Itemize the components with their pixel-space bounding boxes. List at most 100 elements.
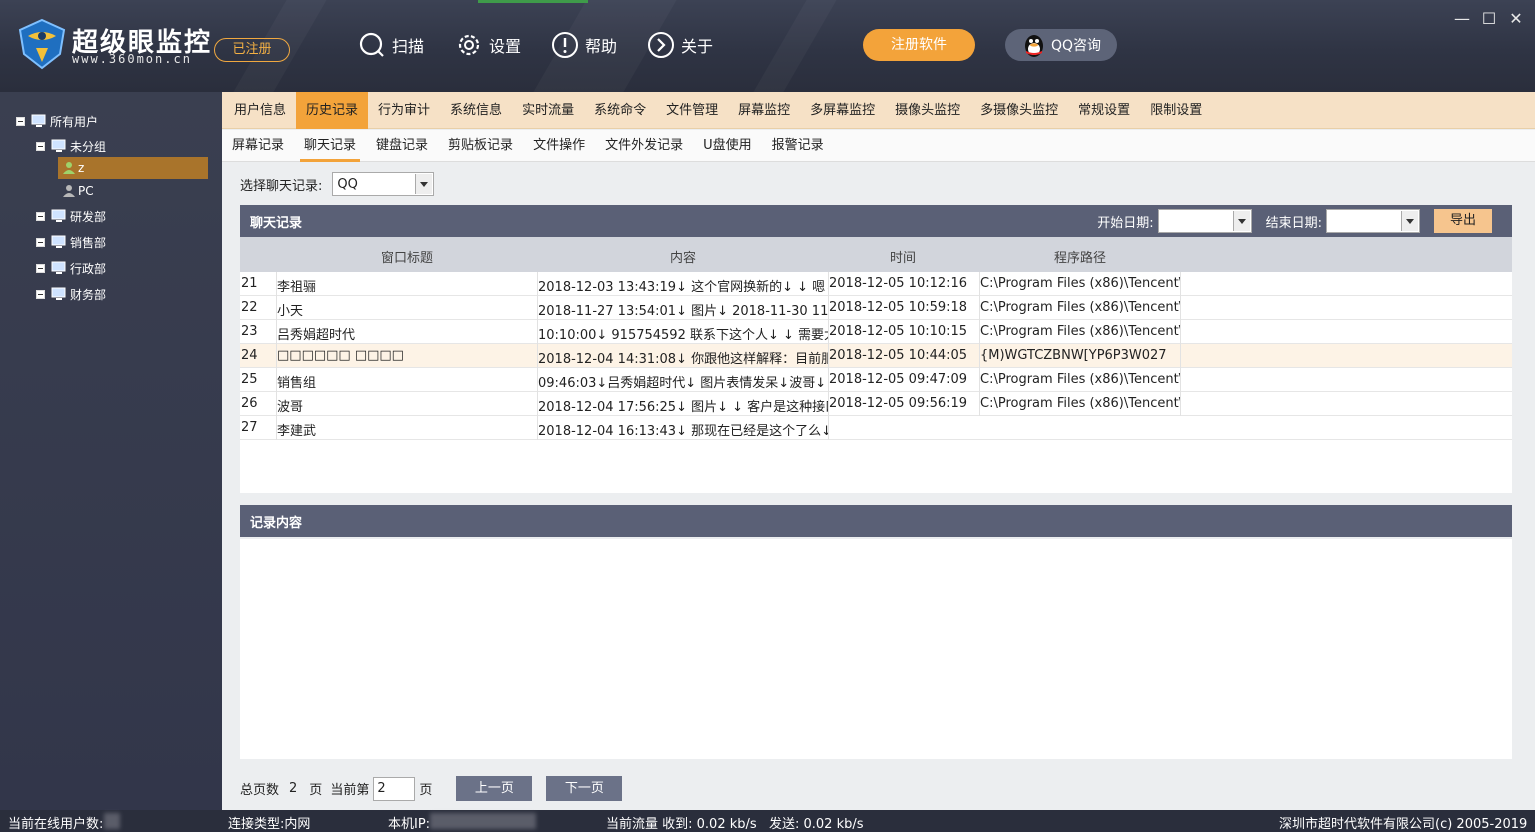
- cell-title: 销售组: [277, 376, 317, 391]
- tab-user-info[interactable]: 用户信息: [224, 92, 296, 129]
- table-row[interactable]: 26 波哥 2018-12-04 17:56:25↓ 图片↓ ↓ 客户是这种接口 20…: [240, 392, 1512, 416]
- tab-file-manager[interactable]: 文件管理: [656, 92, 728, 129]
- page-unit: 页: [309, 783, 323, 798]
- register-software-button[interactable]: 注册软件: [863, 29, 975, 61]
- table-row[interactable]: 27 李建武 2018-12-04 16:13:43↓ 那现在已经是这个了么↓: [240, 416, 1512, 440]
- tree-node-user-pc[interactable]: PC: [62, 180, 94, 202]
- chat-type-select[interactable]: QQ: [332, 172, 435, 196]
- page-unit: 页: [419, 783, 433, 798]
- tree-node-group-ungrouped[interactable]: 未分组: [36, 135, 106, 157]
- tab-chat-records[interactable]: 聊天记录: [294, 130, 366, 162]
- collapse-toggle-icon[interactable]: [36, 289, 45, 299]
- computer-group-icon: [51, 235, 66, 248]
- column-header-path[interactable]: 程序路径: [1054, 247, 1106, 266]
- scan-button[interactable]: 扫描: [358, 30, 424, 60]
- end-date-picker[interactable]: 2018-12-11: [1326, 209, 1420, 233]
- start-date-picker[interactable]: 2018-11-28: [1157, 209, 1252, 233]
- registered-badge: 已注册: [214, 38, 290, 62]
- tree-node-group-finance[interactable]: 财务部: [36, 283, 106, 305]
- column-header-time[interactable]: 时间: [890, 247, 916, 266]
- about-button[interactable]: 关于: [647, 30, 713, 60]
- cell-id: 22: [241, 300, 258, 315]
- chevron-down-icon[interactable]: [1232, 211, 1250, 231]
- next-page-button[interactable]: 下一页: [546, 776, 623, 801]
- tab-multi-camera-monitor[interactable]: 多摄像头监控: [970, 92, 1068, 129]
- cell-path: C:\Program Files (x86)\Tencent\: [980, 300, 1180, 315]
- cell-title: 李祖骊: [277, 280, 317, 295]
- tab-general-settings[interactable]: 常规设置: [1068, 92, 1140, 129]
- settings-button[interactable]: 设置: [455, 30, 521, 60]
- traffic-received: 当前流量 收到: 0.02 kb/s: [606, 817, 757, 832]
- cell-title: 李建武: [277, 424, 317, 439]
- tab-system-info[interactable]: 系统信息: [440, 92, 512, 129]
- tab-behavior-audit[interactable]: 行为审计: [368, 92, 440, 129]
- tab-usb-usage[interactable]: U盘使用: [693, 130, 762, 162]
- record-content-area[interactable]: [240, 539, 1512, 759]
- maximize-button[interactable]: ☐: [1478, 8, 1500, 30]
- export-button[interactable]: 导出: [1434, 209, 1492, 233]
- cell-divider: [828, 416, 829, 440]
- pagination: 总页数 2 页 当前第 2 页 上一页 下一页: [240, 776, 623, 801]
- chevron-down-icon[interactable]: [415, 174, 433, 194]
- record-content-header: 记录内容: [240, 505, 1512, 537]
- collapse-toggle-icon[interactable]: [36, 211, 45, 221]
- cell-id: 25: [241, 372, 258, 387]
- table-row[interactable]: 22 小天 2018-11-27 13:54:01↓ 图片↓ 2018-11-30 …: [240, 296, 1512, 320]
- tab-history[interactable]: 历史记录: [296, 92, 369, 129]
- collapse-toggle-icon[interactable]: [36, 263, 45, 273]
- column-header-content[interactable]: 内容: [670, 247, 696, 266]
- tab-clipboard-records[interactable]: 剪贴板记录: [438, 130, 523, 162]
- help-button[interactable]: 帮助: [551, 30, 617, 60]
- tab-system-command[interactable]: 系统命令: [584, 92, 656, 129]
- collapse-toggle-icon[interactable]: [36, 141, 45, 151]
- cell-content: 2018-12-04 17:56:25↓ 图片↓ ↓ 客户是这种接口: [538, 400, 828, 415]
- cell-path: {M)WGTCZBNW[YP6P3W027: [980, 348, 1167, 363]
- tab-file-outgoing[interactable]: 文件外发记录: [595, 130, 693, 162]
- tab-file-operations[interactable]: 文件操作: [523, 130, 595, 162]
- tab-alert-records[interactable]: 报警记录: [762, 130, 834, 162]
- tab-restriction-settings[interactable]: 限制设置: [1140, 92, 1212, 129]
- cell-content: 10:10:00↓ 915754592 联系下这个人↓ ↓ 需要大: [538, 328, 828, 343]
- chevron-down-icon[interactable]: [1401, 211, 1418, 231]
- tree-node-user-z[interactable]: z: [62, 157, 84, 179]
- total-pages-value: 2: [289, 781, 298, 796]
- minimize-button[interactable]: —: [1451, 8, 1473, 30]
- tab-screen-monitor[interactable]: 屏幕监控: [728, 92, 800, 129]
- cell-path: C:\Program Files (x86)\Tencent\: [980, 276, 1180, 291]
- collapse-toggle-icon[interactable]: [36, 237, 45, 247]
- cell-id: 27: [241, 420, 258, 435]
- current-page-input[interactable]: 2: [373, 776, 416, 801]
- table-row[interactable]: 25 销售组 09:46:03↓吕秀娟超时代↓ 图片表情发呆↓波哥↓ 算 2018-1…: [240, 368, 1512, 392]
- computer-group-icon: [51, 209, 66, 222]
- qq-consult-label: QQ咨询: [1050, 38, 1102, 54]
- table-row[interactable]: 21 李祖骊 2018-12-03 13:43:19↓ 这个官网换新的↓ ↓ 嗯↓ 2…: [240, 272, 1512, 296]
- table-row[interactable]: 24 □□□□□□ □□□□ 2018-12-04 14:31:08↓ 你跟他这样解…: [240, 344, 1512, 368]
- tree-node-group-admin[interactable]: 行政部: [36, 257, 106, 279]
- tab-camera-monitor[interactable]: 摄像头监控: [885, 92, 970, 129]
- header-decoration: [753, 0, 836, 92]
- cell-divider: [1180, 368, 1181, 392]
- table-row[interactable]: 23 吕秀娟超时代 10:10:00↓ 915754592 联系下这个人↓ ↓ 需要…: [240, 320, 1512, 344]
- column-header-window-title[interactable]: 窗口标题: [381, 247, 433, 266]
- tab-screen-records[interactable]: 屏幕记录: [222, 130, 294, 162]
- cell-time: 2018-12-05 10:59:18: [829, 300, 968, 315]
- tree-label: 未分组: [70, 139, 107, 154]
- close-button[interactable]: ✕: [1505, 8, 1527, 30]
- cell-time: 2018-12-05 10:44:05: [829, 348, 968, 363]
- local-ip: 本机IP:: [388, 817, 431, 832]
- tree-node-all-users[interactable]: 所有用户: [16, 110, 98, 132]
- prev-page-button[interactable]: 上一页: [456, 776, 533, 801]
- qq-consult-button[interactable]: QQ咨询: [1005, 29, 1117, 61]
- tree-node-group-sales[interactable]: 销售部: [36, 231, 106, 253]
- computer-group-icon: [51, 261, 66, 274]
- about-label: 关于: [681, 37, 714, 56]
- cell-time: 2018-12-05 10:12:16: [829, 276, 968, 291]
- collapse-toggle-icon[interactable]: [16, 116, 25, 126]
- app-logo-icon: [18, 18, 66, 70]
- about-icon: [648, 32, 674, 58]
- tab-keyboard-records[interactable]: 键盘记录: [366, 130, 438, 162]
- tab-multi-screen-monitor[interactable]: 多屏幕监控: [800, 92, 885, 129]
- tab-realtime-traffic[interactable]: 实时流量: [512, 92, 584, 129]
- cell-path: C:\Program Files (x86)\Tencent\: [980, 324, 1180, 339]
- tree-node-group-rd[interactable]: 研发部: [36, 205, 106, 227]
